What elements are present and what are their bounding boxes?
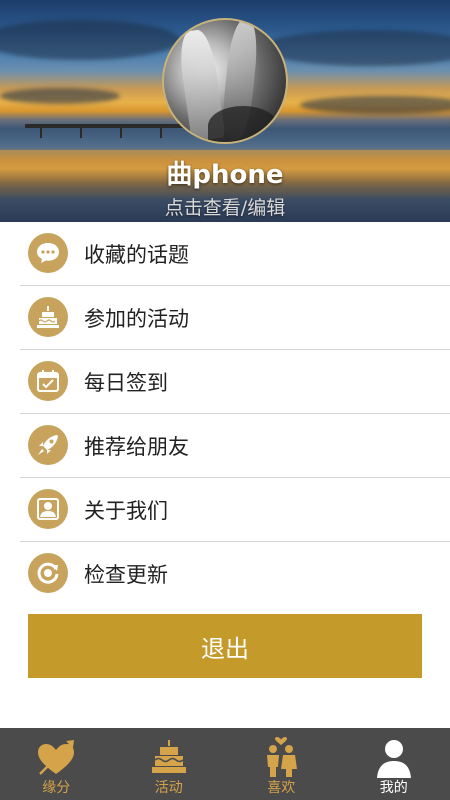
tab-label: 缘分 [42, 780, 71, 796]
rocket-icon [28, 425, 68, 465]
tab-mine[interactable]: 我的 [338, 728, 450, 800]
chat-bubble-icon [28, 233, 68, 273]
tab-label: 活动 [154, 780, 183, 796]
pier-post [160, 128, 162, 138]
menu-item-check-update[interactable]: 检查更新 [0, 542, 450, 606]
logout-button[interactable]: 退出 [28, 614, 422, 678]
menu-item-label: 检查更新 [84, 563, 168, 587]
tab-likes[interactable]: 喜欢 [225, 728, 338, 800]
profile-header[interactable]: 曲phone 点击查看/编辑 [0, 0, 450, 222]
menu-item-recommend-friends[interactable]: 推荐给朋友 [0, 414, 450, 478]
view-edit-profile-link[interactable]: 点击查看/编辑 [0, 193, 450, 220]
header-cloud [0, 20, 180, 60]
calendar-icon [28, 361, 68, 401]
refresh-icon [28, 553, 68, 593]
couple-icon [259, 736, 303, 780]
menu-item-about-us[interactable]: 关于我们 [0, 478, 450, 542]
menu-item-label: 关于我们 [84, 499, 168, 523]
menu-item-label: 参加的活动 [84, 307, 189, 331]
username: 曲phone [166, 160, 284, 190]
header-cloud [260, 30, 450, 66]
header-cloud [0, 88, 120, 104]
cake-icon [28, 297, 68, 337]
pier-post [40, 128, 42, 138]
menu-item-label: 收藏的话题 [84, 243, 189, 267]
person-icon [372, 736, 416, 780]
menu-item-joined-activities[interactable]: 参加的活动 [0, 286, 450, 350]
bottom-tab-bar: 缘分 活动 喜欢 我的 [0, 728, 450, 800]
pier-post [80, 128, 82, 138]
tab-fate[interactable]: 缘分 [0, 728, 113, 800]
menu-item-daily-checkin[interactable]: 每日签到 [0, 350, 450, 414]
user-icon [28, 489, 68, 529]
tab-activities[interactable]: 活动 [113, 728, 226, 800]
heart-arrow-icon [34, 736, 78, 780]
pier-post [120, 128, 122, 138]
avatar-image-part [208, 106, 278, 142]
avatar[interactable] [162, 18, 288, 144]
cake-icon [147, 736, 191, 780]
menu-item-label: 推荐给朋友 [84, 435, 189, 459]
pier [25, 124, 205, 128]
tab-label: 喜欢 [267, 780, 296, 796]
header-cloud [300, 96, 450, 114]
menu-item-favorite-topics[interactable]: 收藏的话题 [0, 222, 450, 286]
settings-menu: 收藏的话题 参加的活动 每日签到 推荐给朋友 关于我们 检查更新 [0, 222, 450, 606]
tab-label: 我的 [379, 780, 408, 796]
menu-item-label: 每日签到 [84, 371, 168, 395]
